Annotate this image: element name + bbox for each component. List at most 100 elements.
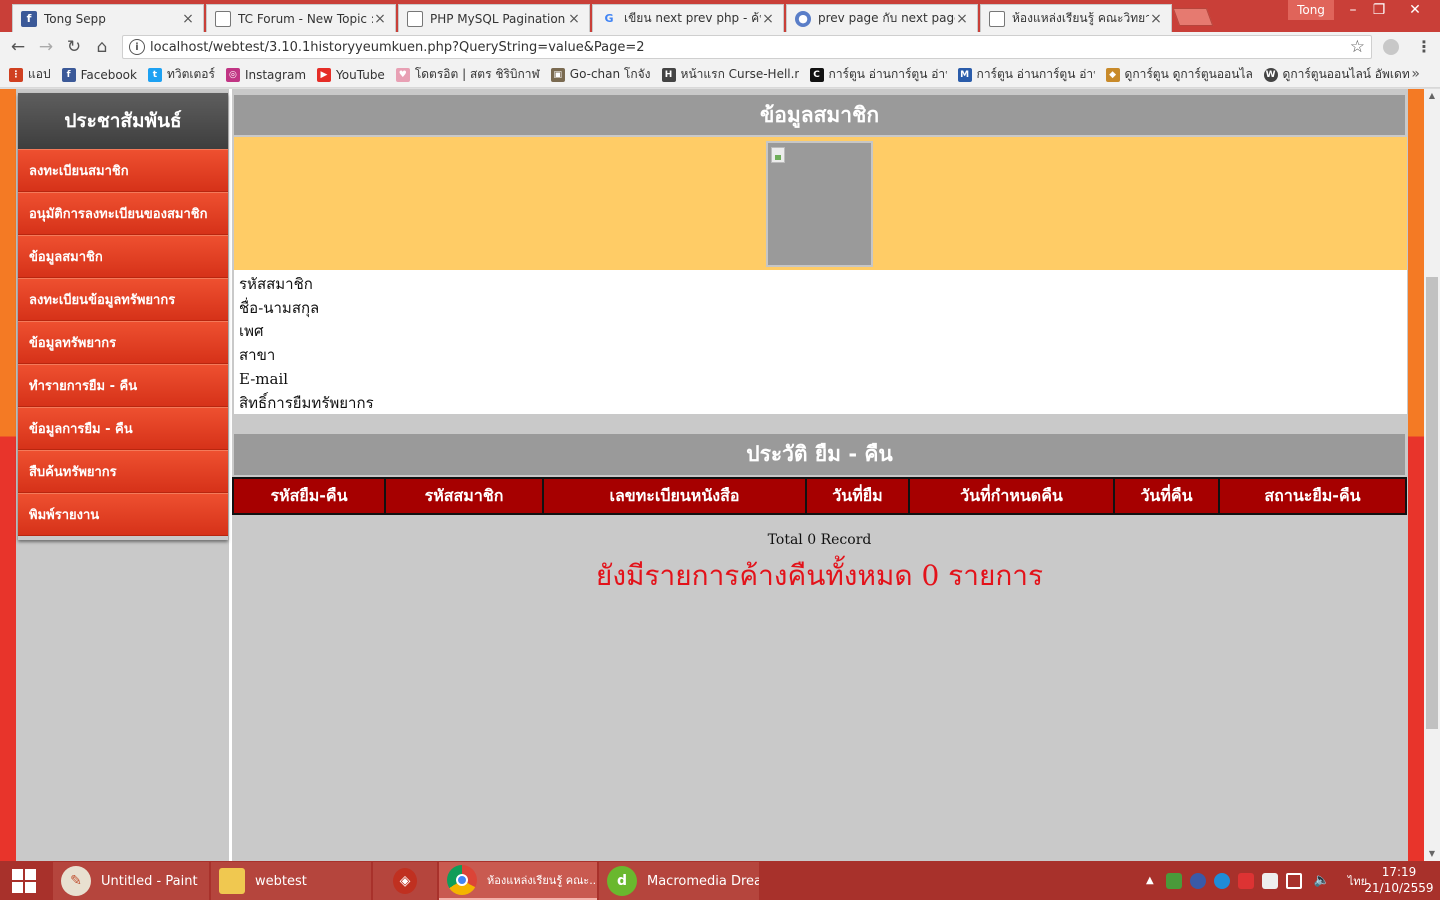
back-icon[interactable]: ← <box>8 37 28 57</box>
reload-icon[interactable]: ↻ <box>64 37 84 57</box>
column-header-status: สถานะยืม-คืน <box>1264 485 1361 505</box>
bookmark-item[interactable]: W ดูการ์ตูนออนไลน์ อัพเดท <box>1263 65 1410 84</box>
outstanding-items-text: ยังมีรายการค้างคืนทั้งหมด 0 รายการ <box>595 559 1044 592</box>
bookmark-label: Go-chan โกจัง <box>569 67 651 81</box>
browser-tab[interactable]: G เขียน next prev php - ค้น × <box>592 4 784 32</box>
bookmark-label: ดูการ์ตูนออนไลน์ อัพเดท <box>1282 67 1410 81</box>
bookmark-item[interactable]: ◆ ดูการ์ตูน ดูการ์ตูนออนไลน์ <box>1105 65 1253 84</box>
close-window-icon[interactable]: ✕ <box>1398 0 1432 20</box>
browser-tab[interactable]: PHP MySQL Pagination × <box>398 4 590 32</box>
browser-tab[interactable]: ● prev page กับ next page × <box>786 4 978 32</box>
scrollbar-thumb[interactable] <box>1426 277 1438 729</box>
bookmark-item[interactable]: ▣ Go-chan โกจัง <box>550 65 651 84</box>
sidebar-item-approve-registration[interactable]: อนุมัติการลงทะเบียนของสมาชิก <box>18 192 228 235</box>
scroll-up-icon[interactable]: ▲ <box>1424 89 1440 103</box>
sidebar-item-register-resource[interactable]: ลงทะเบียนข้อมูลทรัพยากร <box>18 278 228 321</box>
taskbar-item-chrome[interactable]: ห้องแหล่งเรียนรู้ คณะ... <box>439 862 597 900</box>
member-section-title: ข้อมูลสมาชิก <box>234 95 1405 135</box>
restore-icon[interactable]: ❐ <box>1362 0 1396 20</box>
start-button[interactable] <box>0 861 48 900</box>
extension-icon[interactable] <box>1383 39 1399 55</box>
paint-icon: ✎ <box>61 866 91 896</box>
tray-antivirus-icon[interactable] <box>1237 872 1254 889</box>
close-icon[interactable]: × <box>373 11 387 27</box>
bookmark-item[interactable]: H หน้าแรก Curse-Hell.net <box>661 65 799 84</box>
sidebar-item-borrow-return[interactable]: ทำรายการยืม - คืน <box>18 364 228 407</box>
m-logo-icon: M <box>957 67 972 82</box>
scroll-down-icon[interactable]: ▼ <box>1424 847 1440 861</box>
page-viewport: ประชาสัมพันธ์ ลงทะเบียนสมาชิก อนุมัติการ… <box>0 89 1440 861</box>
bookmark-label: ดูการ์ตูน ดูการ์ตูนออนไลน์ <box>1124 67 1253 81</box>
tab-title: ห้องแหล่งเรียนรู้ คณะวิทยากร <box>1012 11 1149 25</box>
new-tab-button[interactable] <box>1172 8 1214 26</box>
anime-icon: ◆ <box>1105 67 1120 82</box>
broken-image-icon <box>771 147 785 163</box>
taskbar-item-app[interactable]: ◈ <box>373 862 437 900</box>
tray-e-icon[interactable] <box>1213 872 1230 889</box>
browser-tab[interactable]: f Tong Sepp × <box>12 4 204 32</box>
sidebar-item-print-report[interactable]: พิมพ์รายงาน <box>18 493 228 536</box>
bookmark-twitter[interactable]: t ทวิตเตอร์ <box>147 65 215 84</box>
browser-tab-active[interactable]: ห้องแหล่งเรียนรู้ คณะวิทยากร × <box>980 4 1172 32</box>
sidebar-item-resource-info[interactable]: ข้อมูลทรัพยากร <box>18 321 228 364</box>
bookmark-facebook[interactable]: f Facebook <box>61 67 137 82</box>
chevron-up-icon[interactable]: ▲ <box>1146 875 1154 886</box>
browser-menu-icon[interactable]: ⋮ <box>1416 37 1432 57</box>
history-section-title: ประวัติ ยืม - คืน <box>234 434 1405 475</box>
network-icon[interactable] <box>1285 872 1302 889</box>
tab-title: Tong Sepp <box>44 11 106 26</box>
bookmark-label: แอป <box>28 67 51 81</box>
close-icon[interactable]: × <box>1149 11 1163 27</box>
taskbar-item-label: Macromedia Drea... <box>647 873 759 889</box>
taskbar-item-label: webtest <box>255 873 307 889</box>
url-text[interactable]: localhost/webtest/3.10.1historyyeumkuen.… <box>150 40 644 55</box>
system-clock[interactable]: 17:19 21/10/2559 <box>1364 864 1434 896</box>
bookmark-youtube[interactable]: ▶ YouTube <box>317 67 385 82</box>
bookmark-item[interactable]: C การ์ตูน อ่านการ์ตูน อ่าน <box>809 65 947 84</box>
home-icon[interactable]: ⌂ <box>92 37 112 57</box>
tab-title: เขียน next prev php - ค้น <box>624 11 761 25</box>
sidebar-item-search-resource[interactable]: สืบค้นทรัพยากร <box>18 450 228 493</box>
document-icon <box>989 10 1005 27</box>
column-header-book-number: เลขทะเบียนหนังสือ <box>544 479 807 513</box>
bookmark-item[interactable]: ♥ โดตรอิต | สตร ชิริบิกาฬ <box>395 65 540 84</box>
sidebar-item-member-info[interactable]: ข้อมูลสมาชิก <box>18 235 228 278</box>
column-header-return-date: วันที่คืน <box>1115 479 1220 513</box>
facebook-icon: f <box>61 67 76 82</box>
bookmark-item[interactable]: M การ์ตูน อ่านการ์ตูน อ่าน <box>957 65 1095 84</box>
tray-flag-icon[interactable] <box>1261 872 1278 889</box>
taskbar-item-folder[interactable]: webtest <box>211 862 371 900</box>
close-icon[interactable]: × <box>761 11 775 27</box>
close-icon[interactable]: × <box>955 11 969 27</box>
page-scrollbar[interactable]: ▲ ▼ <box>1424 89 1440 861</box>
tray-app-icon[interactable] <box>1165 872 1182 889</box>
bookmark-instagram[interactable]: ◎ Instagram <box>225 67 306 82</box>
twitter-icon: t <box>147 67 162 82</box>
close-icon[interactable]: × <box>567 11 581 27</box>
taskbar-item-paint[interactable]: ✎ Untitled - Paint <box>53 862 209 900</box>
browser-tab[interactable]: TC Forum - New Topic :: × <box>206 4 396 32</box>
address-bar[interactable]: i localhost/webtest/3.10.1historyyeumkue… <box>122 35 1372 59</box>
tab-title: prev page กับ next page <box>818 11 955 25</box>
dreamweaver-icon: d <box>607 866 637 896</box>
chevron-right-icon[interactable]: » <box>1411 66 1420 82</box>
bookmark-apps[interactable]: ⋮ แอป <box>9 65 51 84</box>
forward-icon[interactable]: → <box>36 37 56 57</box>
sidebar-item-register-member[interactable]: ลงทะเบียนสมาชิก <box>18 149 228 192</box>
app-bag-icon: ◈ <box>393 868 417 894</box>
bookmark-label: หน้าแรก Curse-Hell.net <box>680 67 799 81</box>
taskbar-item-dreamweaver[interactable]: d Macromedia Drea... <box>599 862 759 900</box>
bookmark-label: ทวิตเตอร์ <box>166 67 215 81</box>
member-photo <box>766 141 873 267</box>
profile-button[interactable]: Tong <box>1288 0 1334 20</box>
taskbar-item-label: ห้องแหล่งเรียนรู้ คณะ... <box>487 874 597 887</box>
info-icon[interactable]: i <box>129 39 145 55</box>
volume-icon[interactable]: 🔈 <box>1314 873 1330 888</box>
globe-icon: ● <box>795 10 811 27</box>
bookmark-star-icon[interactable]: ☆ <box>1350 37 1365 57</box>
close-icon[interactable]: × <box>181 11 195 27</box>
total-record-count: Total 0 Record <box>767 532 872 548</box>
facebook-icon: f <box>21 10 37 27</box>
sidebar-item-borrow-return-info[interactable]: ข้อมูลการยืม - คืน <box>18 407 228 450</box>
tray-shield-icon[interactable] <box>1189 872 1206 889</box>
